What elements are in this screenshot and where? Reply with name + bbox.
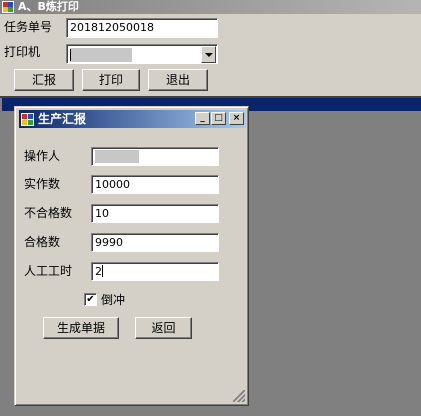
labor-hours-value: 2 [95, 265, 102, 278]
reverse-checkbox-label[interactable]: 倒冲 [101, 292, 125, 308]
maximize-icon[interactable]: □ [211, 112, 226, 125]
actual-quantity-field[interactable]: 10000 [91, 175, 219, 194]
task-number-label: 任务单号 [4, 20, 53, 34]
reverse-checkbox[interactable]: ✔ [84, 293, 97, 306]
printer-value-redacted [70, 48, 132, 62]
print-button[interactable]: 打印 [82, 69, 140, 91]
minimize-icon[interactable]: _ [195, 112, 210, 125]
operator-label: 操作人 [24, 149, 61, 163]
generate-document-button[interactable]: 生成单据 [43, 317, 119, 339]
production-report-dialog: 生产汇报 _ □ × 操作人 实作数 10000 不合格数 10 合格数 999… [14, 106, 249, 406]
app-window-icon [21, 113, 34, 126]
close-icon[interactable]: × [229, 112, 244, 125]
dialog-titlebar[interactable]: 生产汇报 _ □ × [19, 110, 246, 128]
actual-quantity-label: 实作数 [24, 177, 61, 191]
report-button[interactable]: 汇报 [14, 69, 74, 91]
task-number-field[interactable]: 201812050018 [66, 18, 218, 38]
operator-value-redacted [95, 150, 139, 163]
defect-quantity-label: 不合格数 [24, 206, 73, 220]
window-titlebar[interactable]: A、B炼打印 [0, 0, 421, 14]
operator-field[interactable] [91, 147, 219, 166]
labor-hours-field[interactable]: 2 [91, 262, 219, 281]
back-button[interactable]: 返回 [135, 317, 192, 339]
resize-grip-icon[interactable] [233, 390, 245, 402]
labor-hours-label: 人工工时 [24, 264, 73, 278]
dialog-title: 生产汇报 [38, 112, 87, 126]
chevron-down-icon[interactable] [201, 46, 216, 63]
printer-select[interactable] [66, 44, 218, 64]
qualified-quantity-label: 合格数 [24, 235, 61, 249]
text-cursor [70, 49, 71, 61]
text-cursor [102, 265, 103, 277]
defect-quantity-field[interactable]: 10 [91, 204, 219, 223]
printer-label: 打印机 [4, 45, 41, 59]
app-window-icon [2, 1, 14, 13]
qualified-quantity-field[interactable]: 9990 [91, 233, 219, 252]
window-title: A、B炼打印 [18, 0, 79, 13]
exit-button[interactable]: 退出 [148, 69, 208, 91]
